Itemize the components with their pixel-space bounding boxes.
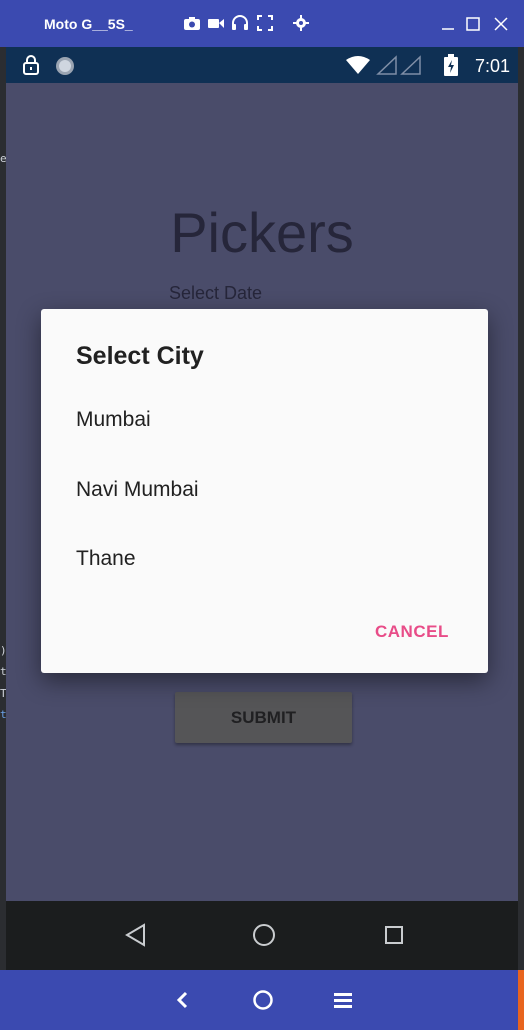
fullscreen-icon[interactable] <box>256 14 274 32</box>
headphones-icon[interactable] <box>231 14 249 32</box>
cancel-button[interactable]: CANCEL <box>375 622 449 642</box>
minimize-icon[interactable] <box>440 16 456 32</box>
signal-icon <box>376 55 421 75</box>
wifi-icon <box>346 56 370 74</box>
background-window-edge <box>518 970 524 1030</box>
maximize-icon[interactable] <box>465 16 481 32</box>
android-nav-bar <box>6 901 518 970</box>
emu-back-icon[interactable] <box>174 990 190 1010</box>
device-name: Moto G__5S_ <box>44 16 133 32</box>
submit-button[interactable]: SUBMIT <box>175 692 352 743</box>
nav-home-icon[interactable] <box>252 923 276 947</box>
dialog-title: Select City <box>76 342 204 370</box>
settings-icon[interactable] <box>292 14 310 32</box>
city-option-thane[interactable]: Thane <box>76 547 136 571</box>
emulator-toolbar <box>0 970 524 1030</box>
circle-icon <box>56 57 74 75</box>
emulator-titlebar: Moto G__5S_ <box>0 0 524 47</box>
emu-home-icon[interactable] <box>252 989 274 1011</box>
nav-recents-icon[interactable] <box>384 925 404 945</box>
video-icon[interactable] <box>207 14 225 32</box>
nav-back-icon[interactable] <box>125 923 147 947</box>
close-icon[interactable] <box>493 16 509 32</box>
battery-icon <box>444 54 458 76</box>
android-status-bar: 7:01 <box>6 47 518 83</box>
city-option-navi-mumbai[interactable]: Navi Mumbai <box>76 478 199 502</box>
emu-menu-icon[interactable] <box>333 990 353 1010</box>
city-option-mumbai[interactable]: Mumbai <box>76 408 151 432</box>
status-time: 7:01 <box>474 56 510 76</box>
select-date-label[interactable]: Select Date <box>169 283 262 304</box>
lock-icon <box>23 55 39 75</box>
camera-icon[interactable] <box>183 14 201 32</box>
select-city-dialog: Select City Mumbai Navi Mumbai Thane CAN… <box>41 309 488 673</box>
page-title: Pickers <box>170 201 354 264</box>
